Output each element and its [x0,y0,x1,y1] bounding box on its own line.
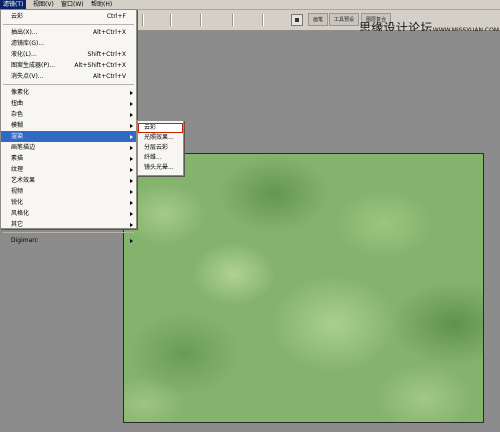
menu-item-liquify[interactable]: 液化(L)... Shift+Ctrl+X [1,49,136,60]
menu-item-blur[interactable]: 模糊 [1,120,136,131]
menu-item-artistic[interactable]: 艺术效果 [1,175,136,186]
menu-item-label: 滤镜库(G)... [11,40,45,47]
menu-item-label: 抽出(X)... [11,29,38,36]
toolbar-separator [262,14,263,26]
submenu-arrow-icon [130,223,133,227]
submenu-arrow-icon [130,168,133,172]
submenu-arrow-icon [130,135,133,139]
submenu-arrow-icon [130,190,133,194]
menu-item-shortcut: Alt+Ctrl+X [93,29,126,36]
menu-separator [3,232,134,233]
filter-menu: 云彩 Ctrl+F 抽出(X)... Alt+Ctrl+X 滤镜库(G)... … [0,9,137,244]
menu-item-sharpen[interactable]: 锐化 [1,197,136,208]
menu-item-other[interactable]: 其它 [1,219,136,230]
submenu-arrow-icon [130,91,133,95]
menu-item-distort[interactable]: 扭曲 [1,98,136,109]
submenu-item-difference-clouds[interactable]: 分层云彩 [138,143,183,153]
menu-item-last-filter[interactable]: 云彩 Ctrl+F [1,11,136,22]
tab-brushes[interactable]: 画笔 [308,13,329,26]
menu-item-texture[interactable]: 纹理 [1,164,136,175]
submenu-arrow-icon [130,157,133,161]
menubar-help[interactable]: 帮助(H) [88,0,115,9]
menu-item-pixelate[interactable]: 像素化 [1,87,136,98]
menu-item-label: 杂色 [11,111,24,118]
menubar-window[interactable]: 窗口(W) [58,0,87,9]
submenu-arrow-icon [130,212,133,216]
menu-item-label: 画笔描边 [11,144,36,151]
menu-item-label: Digimarc [11,237,38,244]
toolbar-separator [170,14,171,26]
menu-separator [3,84,134,85]
menu-item-digimarc[interactable]: Digimarc [1,235,136,246]
menu-item-label: 纹理 [11,166,24,173]
submenu-arrow-icon [130,239,133,243]
menu-item-label: 视频 [11,188,24,195]
menu-item-label: 像素化 [11,89,30,96]
menu-item-brush-strokes[interactable]: 画笔描边 [1,142,136,153]
submenu-item-clouds[interactable]: 云彩 [138,123,183,133]
menu-item-label: 锐化 [11,199,24,206]
render-submenu: 云彩 光照效果... 分层云彩 纤维... 镜头光晕... [137,120,184,176]
menu-item-label: 渲染 [11,133,24,140]
menu-item-label: 消失点(V)... [11,73,44,80]
menu-item-label: 其它 [11,221,24,228]
toolbar-separator [142,14,143,26]
menu-item-label: 云彩 [11,13,24,20]
menu-item-label: 液化(L)... [11,51,37,58]
menubar-view[interactable]: 视图(V) [30,0,57,9]
menu-item-label: 图案生成器(P)... [11,62,56,69]
menu-item-shortcut: Ctrl+F [106,13,126,20]
menu-item-noise[interactable]: 杂色 [1,109,136,120]
toolbar-separator [200,14,201,26]
toolbar-separator [232,14,233,26]
menu-separator [3,24,134,25]
menubar-filter[interactable]: 滤镜(T) [0,0,27,9]
menu-item-render[interactable]: 渲染 [1,131,136,142]
submenu-arrow-icon [130,146,133,150]
menu-item-shortcut: Alt+Shift+Ctrl+X [74,62,126,69]
menu-item-extract[interactable]: 抽出(X)... Alt+Ctrl+X [1,27,136,38]
submenu-item-fibers[interactable]: 纤维... [138,153,183,163]
menu-item-filter-gallery[interactable]: 滤镜库(G)... [1,38,136,49]
submenu-arrow-icon [130,113,133,117]
menu-item-shortcut: Alt+Ctrl+V [93,73,126,80]
submenu-item-lens-flare[interactable]: 镜头光晕... [138,163,183,173]
menu-item-label: 艺术效果 [11,177,36,184]
menu-item-stylize[interactable]: 风格化 [1,208,136,219]
menu-item-label: 扭曲 [11,100,24,107]
menu-item-label: 风格化 [11,210,30,217]
submenu-arrow-icon [130,201,133,205]
menu-item-label: 素描 [11,155,24,162]
menu-item-video[interactable]: 视频 [1,186,136,197]
document-canvas-clouds[interactable] [123,153,484,423]
submenu-arrow-icon [130,124,133,128]
menu-item-sketch[interactable]: 素描 [1,153,136,164]
menu-item-label: 模糊 [11,122,24,129]
submenu-arrow-icon [130,179,133,183]
menu-item-shortcut: Shift+Ctrl+X [87,51,126,58]
submenu-item-lighting-effects[interactable]: 光照效果... [138,133,183,143]
submenu-arrow-icon [130,102,133,106]
palette-well-icon[interactable] [291,14,303,26]
menu-item-pattern-maker[interactable]: 图案生成器(P)... Alt+Shift+Ctrl+X [1,60,136,71]
menu-item-vanishing-point[interactable]: 消失点(V)... Alt+Ctrl+V [1,71,136,82]
